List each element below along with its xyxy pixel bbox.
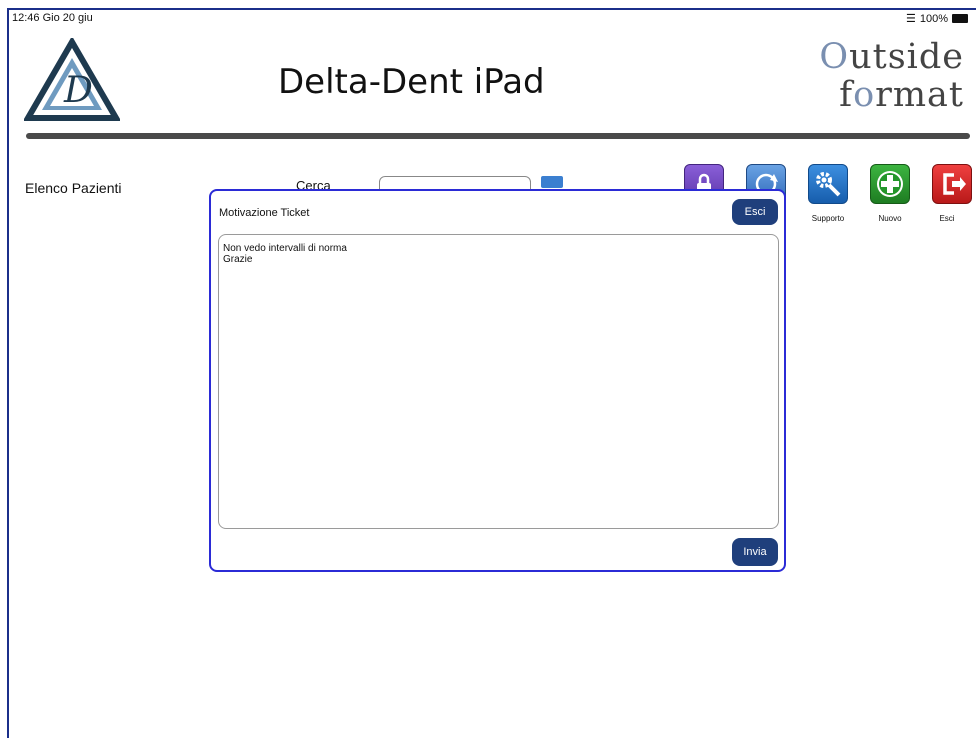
- new-label: Nuovo: [878, 214, 902, 223]
- brand-text-2: rmat: [875, 75, 964, 115]
- ticket-reason-dialog: Motivazione Ticket Esci Non vedo interva…: [209, 189, 786, 572]
- ticket-message-textarea[interactable]: Non vedo intervalli di norma Grazie: [218, 234, 779, 529]
- brand-loop-icon: O: [819, 37, 850, 77]
- brand-line-1: Outside: [819, 40, 964, 75]
- wifi-icon: ☰: [905, 13, 916, 25]
- brand-line-2: format: [839, 75, 964, 115]
- new-button[interactable]: [870, 164, 910, 204]
- outside-format-logo: Outside format: [804, 40, 970, 120]
- battery-icon: [952, 14, 968, 23]
- status-date: Gio 20 giu: [42, 12, 93, 24]
- svg-text:D: D: [63, 70, 93, 111]
- dialog-close-button[interactable]: Esci: [732, 199, 778, 225]
- exit-label: Esci: [939, 214, 955, 223]
- brand-text-1: utside: [849, 37, 964, 77]
- battery-percent: 100%: [919, 12, 948, 25]
- status-right: ☰ 100%: [906, 12, 968, 25]
- status-time-date: 12:46 Gio 20 giu: [12, 12, 93, 24]
- exit-icon: [933, 165, 971, 203]
- gear-wrench-icon: [809, 165, 847, 203]
- app-title: Delta-Dent iPad: [278, 62, 545, 102]
- brand-loop-icon-2: o: [853, 75, 876, 115]
- search-button[interactable]: [541, 176, 563, 188]
- dialog-title: Motivazione Ticket: [219, 207, 310, 219]
- header-divider: [26, 133, 970, 139]
- send-button[interactable]: Invia: [732, 538, 778, 566]
- patient-list-label[interactable]: Elenco Pazienti: [25, 180, 122, 196]
- plus-icon: [871, 165, 909, 203]
- exit-button[interactable]: [932, 164, 972, 204]
- delta-logo-icon: D: [24, 38, 120, 121]
- support-button[interactable]: [808, 164, 848, 204]
- status-time: 12:46: [12, 12, 40, 24]
- support-label: Supporto: [811, 214, 845, 223]
